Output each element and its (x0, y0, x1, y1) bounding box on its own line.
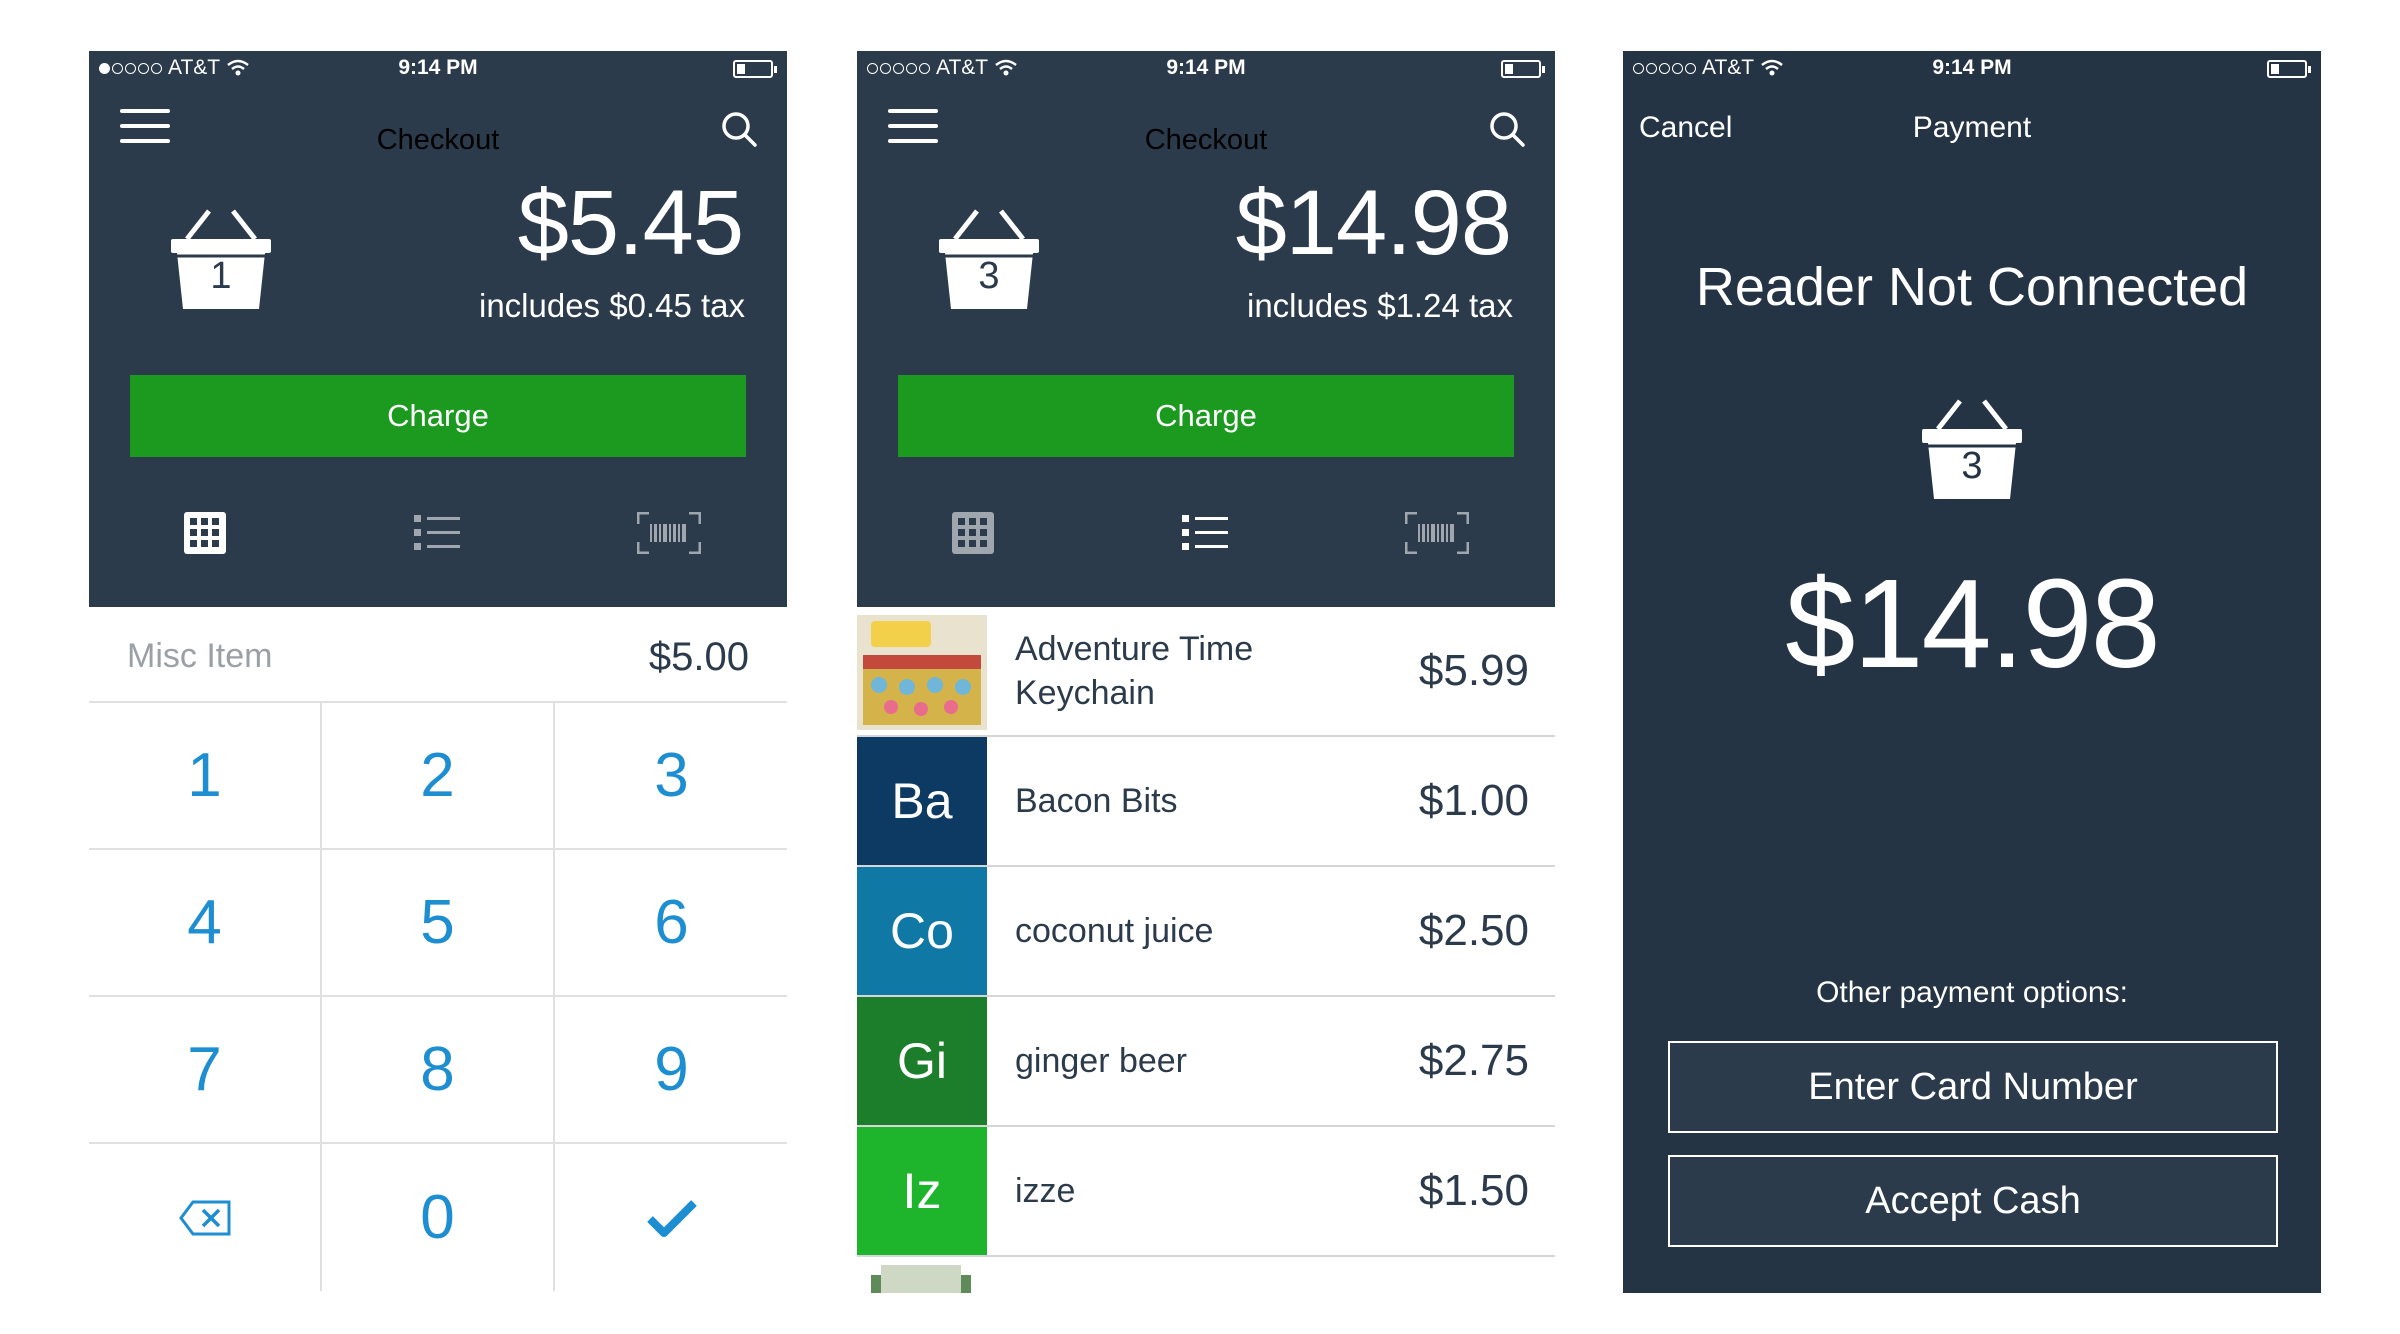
basket-count: 3 (1961, 445, 1983, 487)
barcode-mode-icon[interactable] (1397, 491, 1477, 575)
checkout-list-screen: AT&T 9:14 PM Checkout 3 $14.98 includes … (857, 51, 1555, 1293)
total-amount: $14.98 (1235, 172, 1512, 274)
item-name: izze (1015, 1172, 1076, 1210)
barcode-mode-icon[interactable] (629, 491, 709, 575)
item-tile: Co (857, 867, 987, 995)
list-item[interactable]: Gi ginger beer $2.75 (857, 997, 1555, 1127)
misc-item-label: Misc Item (127, 637, 273, 675)
tax-note: includes $0.45 tax (478, 287, 745, 324)
status-bar: AT&T 9:14 PM (857, 51, 1555, 85)
list-mode-icon[interactable] (1165, 491, 1245, 575)
item-tile: Iz (857, 1127, 987, 1255)
mode-tabs (857, 491, 1555, 575)
key-1[interactable]: 1 (89, 703, 322, 850)
list-item[interactable]: Adventure Time Keychain $5.99 (857, 607, 1555, 737)
misc-item-row[interactable]: Misc Item $5.00 (89, 607, 787, 703)
checkout-keypad-screen: AT&T 9:14 PM Checkout 1 $5.45 includes $… (89, 51, 787, 1293)
list-item-partial[interactable] (857, 1257, 1555, 1293)
item-price: $1.00 (1418, 776, 1529, 825)
accept-cash-button[interactable]: Accept Cash (1668, 1155, 2278, 1247)
page-title: Payment (1912, 111, 2032, 144)
item-name: ginger beer (1015, 1042, 1188, 1080)
page-title: Checkout (376, 124, 500, 156)
key-6[interactable]: 6 (555, 850, 787, 997)
key-7[interactable]: 7 (89, 997, 322, 1144)
key-9[interactable]: 9 (555, 997, 787, 1144)
charge-button[interactable]: Charge (898, 375, 1514, 457)
key-2[interactable]: 2 (322, 703, 555, 850)
key-8[interactable]: 8 (322, 997, 555, 1144)
key-0[interactable]: 0 (322, 1144, 555, 1291)
backspace-key[interactable] (89, 1144, 322, 1291)
status-time: 9:14 PM (1932, 56, 2012, 79)
item-tile: Ba (857, 737, 987, 865)
status-time: 9:14 PM (398, 56, 478, 79)
misc-item-value: $5.00 (648, 635, 749, 679)
battery-icon (733, 60, 777, 78)
basket-count: 3 (978, 255, 1000, 297)
page-title: Checkout (1144, 124, 1268, 156)
list-mode-icon[interactable] (397, 491, 477, 575)
search-icon[interactable] (1487, 109, 1527, 149)
list-item[interactable]: Iz izze $1.50 (857, 1127, 1555, 1257)
search-icon[interactable] (719, 109, 759, 149)
reader-status-heading: Reader Not Connected (1695, 257, 2249, 317)
item-price: $5.99 (1418, 646, 1529, 695)
keypad: 1 2 3 4 5 6 7 8 9 0 (89, 703, 787, 1293)
battery-icon (2267, 60, 2311, 78)
list-item[interactable]: Co coconut juice $2.50 (857, 867, 1555, 997)
item-price: $1.50 (1418, 1166, 1529, 1215)
status-bar: AT&T 9:14 PM (1623, 51, 2321, 85)
basket-count: 1 (210, 255, 232, 297)
basket-icon: 3 (1920, 391, 2024, 501)
basket-icon[interactable]: 1 (169, 201, 273, 311)
product-thumbnail (871, 1265, 971, 1293)
item-tile: Gi (857, 997, 987, 1125)
payment-screen: AT&T 9:14 PM Cancel Payment Reader Not C… (1623, 51, 2321, 1293)
battery-icon (1501, 60, 1545, 78)
key-3[interactable]: 3 (555, 703, 787, 850)
charge-button[interactable]: Charge (130, 375, 746, 457)
other-options-label: Other payment options: (1816, 976, 2128, 1009)
payment-total: $14.98 (1785, 553, 2160, 694)
status-bar: AT&T 9:14 PM (89, 51, 787, 85)
item-name: Adventure Time Keychain (1015, 630, 1254, 712)
item-price: $2.75 (1418, 1036, 1529, 1085)
checkmark-icon (646, 1199, 697, 1237)
item-name: coconut juice (1015, 912, 1214, 950)
enter-card-button[interactable]: Enter Card Number (1668, 1041, 2278, 1133)
keypad-mode-icon[interactable] (933, 491, 1013, 575)
product-thumbnail (857, 615, 987, 730)
key-5[interactable]: 5 (322, 850, 555, 997)
total-amount: $5.45 (517, 172, 744, 274)
list-item[interactable]: Ba Bacon Bits $1.00 (857, 737, 1555, 867)
backspace-icon (178, 1200, 230, 1235)
confirm-key[interactable] (555, 1144, 787, 1291)
item-name: Bacon Bits (1015, 782, 1178, 820)
keypad-mode-icon[interactable] (165, 491, 245, 575)
key-4[interactable]: 4 (89, 850, 322, 997)
mode-tabs (89, 491, 787, 575)
tax-note: includes $1.24 tax (1246, 287, 1513, 324)
basket-icon[interactable]: 3 (937, 201, 1041, 311)
item-price: $2.50 (1418, 906, 1529, 955)
status-time: 9:14 PM (1166, 56, 1246, 79)
